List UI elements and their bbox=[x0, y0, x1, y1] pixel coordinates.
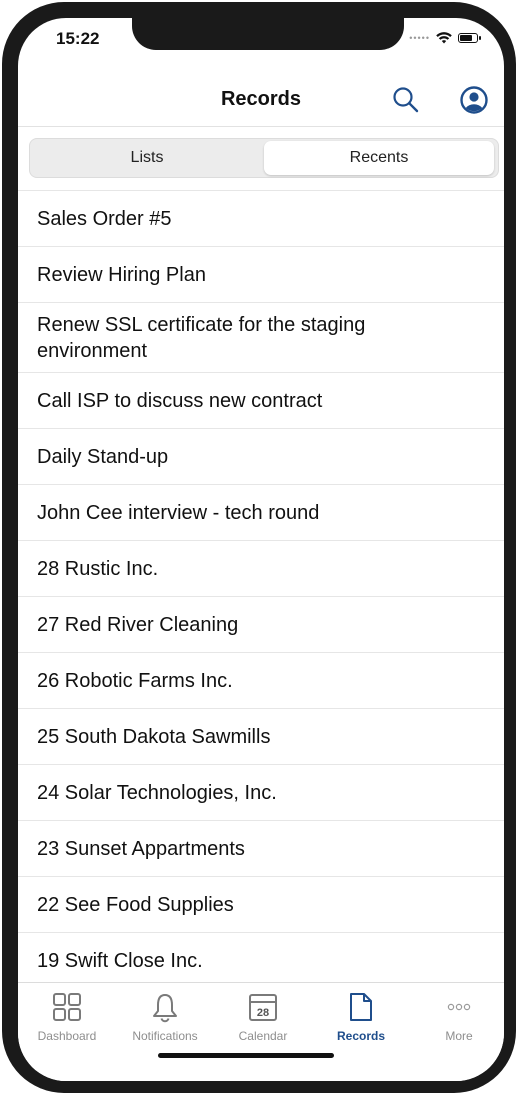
battery-icon bbox=[458, 33, 481, 43]
tab-bar: Dashboard Notifications 28 Calendar Reco… bbox=[18, 982, 504, 1081]
tab-label: Records bbox=[336, 1029, 386, 1043]
profile-icon[interactable] bbox=[458, 84, 490, 116]
list-item[interactable]: 28 Rustic Inc. bbox=[18, 541, 504, 597]
status-indicators: ••••• bbox=[409, 32, 481, 44]
document-icon bbox=[350, 993, 372, 1021]
tab-label: Calendar bbox=[238, 1029, 288, 1043]
list-item[interactable]: 22 See Food Supplies bbox=[18, 877, 504, 933]
tab-notifications[interactable]: Notifications bbox=[116, 983, 214, 1053]
tab-records[interactable]: Records bbox=[312, 983, 410, 1053]
list-item[interactable]: 25 South Dakota Sawmills bbox=[18, 709, 504, 765]
records-list: Sales Order #5 Review Hiring Plan Renew … bbox=[18, 190, 504, 983]
calendar-icon: 28 bbox=[249, 994, 277, 1021]
list-item[interactable]: Review Hiring Plan bbox=[18, 247, 504, 303]
list-item[interactable]: Call ISP to discuss new contract bbox=[18, 373, 504, 429]
device-notch bbox=[132, 18, 404, 50]
list-item[interactable]: 27 Red River Cleaning bbox=[18, 597, 504, 653]
tab-more[interactable]: More bbox=[410, 983, 504, 1053]
segment-recents[interactable]: Recents bbox=[264, 141, 494, 175]
device-frame: 15:22 ••••• Records Lists Recents Sales … bbox=[0, 0, 518, 1095]
bell-icon bbox=[153, 994, 177, 1023]
list-item[interactable]: Daily Stand-up bbox=[18, 429, 504, 485]
tab-dashboard[interactable]: Dashboard bbox=[18, 983, 116, 1053]
tab-calendar[interactable]: 28 Calendar bbox=[214, 983, 312, 1053]
list-item[interactable]: 19 Swift Close Inc. bbox=[18, 933, 504, 983]
tab-label: Dashboard bbox=[37, 1029, 97, 1043]
segment-lists[interactable]: Lists bbox=[32, 141, 262, 175]
list-item[interactable]: Renew SSL certificate for the staging en… bbox=[18, 303, 504, 373]
list-item[interactable]: 26 Robotic Farms Inc. bbox=[18, 653, 504, 709]
wifi-icon bbox=[436, 32, 452, 44]
screen: 15:22 ••••• Records Lists Recents Sales … bbox=[18, 18, 504, 1081]
segmented-control: Lists Recents bbox=[29, 138, 499, 178]
more-icon bbox=[447, 1003, 471, 1011]
home-indicator bbox=[158, 1053, 334, 1058]
search-icon[interactable] bbox=[390, 84, 422, 116]
tab-label: More bbox=[445, 1029, 473, 1043]
calendar-day: 28 bbox=[257, 1007, 269, 1019]
signal-icon: ••••• bbox=[409, 33, 430, 43]
list-item[interactable]: John Cee interview - tech round bbox=[18, 485, 504, 541]
tab-label: Notifications bbox=[132, 1029, 198, 1043]
page-title: Records bbox=[220, 88, 302, 110]
list-item[interactable]: 23 Sunset Appartments bbox=[18, 821, 504, 877]
status-time: 15:22 bbox=[56, 29, 100, 48]
list-item[interactable]: 24 Solar Technologies, Inc. bbox=[18, 765, 504, 821]
device-bezel: 15:22 ••••• Records Lists Recents Sales … bbox=[2, 2, 516, 1093]
dashboard-icon bbox=[53, 993, 81, 1021]
list-item[interactable]: Sales Order #5 bbox=[18, 191, 504, 247]
navigation-bar: Records bbox=[18, 74, 504, 127]
